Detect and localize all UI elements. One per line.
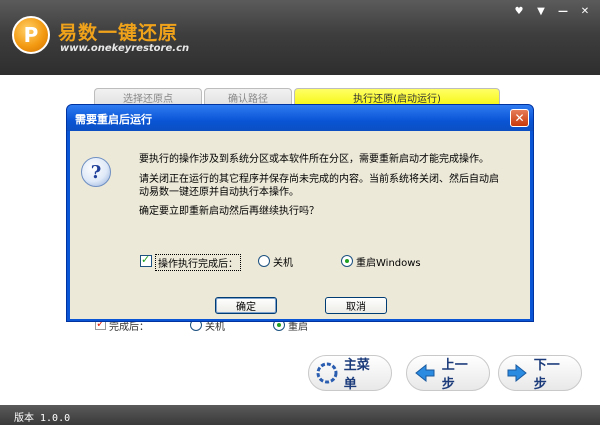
main-menu-label: 主菜单 xyxy=(343,358,370,392)
app-title: 易数一键还原 xyxy=(58,22,179,44)
dialog-body: ? 要执行的操作涉及到系统分区或本软件所在分区，需要重新启动才能完成操作。 请关… xyxy=(70,131,530,319)
menu-dropdown-icon[interactable]: ▼ xyxy=(532,4,550,18)
window-controls: ♥ ▼ — ✕ xyxy=(510,4,594,18)
version-label: 版本 1.0.0 xyxy=(14,413,71,424)
minimize-icon[interactable]: — xyxy=(554,4,572,18)
status-bar: 版本 1.0.0 xyxy=(0,405,600,425)
restart-dialog: 需要重启后运行 ✕ ? 要执行的操作涉及到系统分区或本软件所在分区，需要重新启动… xyxy=(66,104,534,322)
app-window: P 易数一键还原 www.onekeyrestore.cn ♥ ▼ — ✕ 选择… xyxy=(0,0,600,425)
app-url: www.onekeyrestore.cn xyxy=(60,43,190,54)
dialog-message-line3: 确定要立即重新启动然后再继续执行吗？ xyxy=(139,206,319,217)
after-execute-checkbox[interactable] xyxy=(140,253,152,267)
dialog-close-icon[interactable]: ✕ xyxy=(510,109,529,127)
dialog-shutdown-label[interactable]: 关机 xyxy=(273,254,293,269)
dialog-title: 需要重启后运行 xyxy=(75,113,152,126)
app-logo-icon: P xyxy=(12,16,50,54)
dialog-restart-label[interactable]: 重启Windows xyxy=(356,254,421,269)
prev-label: 上一步 xyxy=(441,358,468,392)
dialog-message-line2b: 动易数一键还原并自动执行本操作。 xyxy=(139,187,299,198)
ok-button[interactable]: 确定 xyxy=(215,297,277,314)
arrow-left-icon xyxy=(413,360,438,386)
prev-button[interactable]: 上一步 xyxy=(406,355,490,392)
question-icon: ? xyxy=(81,157,111,187)
refresh-icon xyxy=(315,360,340,386)
dialog-message-line1: 要执行的操作涉及到系统分区或本软件所在分区，需要重新启动才能完成操作。 xyxy=(139,154,489,165)
app-header: P 易数一键还原 www.onekeyrestore.cn ♥ ▼ — ✕ xyxy=(0,0,600,75)
dialog-title-bar[interactable]: 需要重启后运行 ✕ xyxy=(67,105,533,131)
next-label: 下一步 xyxy=(533,358,560,392)
next-button[interactable]: 下一步 xyxy=(498,355,582,392)
dialog-options-row: 操作执行完成后： 关机 重启Windows xyxy=(140,253,520,271)
dialog-shutdown-radio[interactable] xyxy=(258,255,270,267)
dialog-message-line2a: 请关闭正在运行的其它程序并保存尚未完成的内容。当前系统将关闭、然后自动启 xyxy=(139,174,499,185)
main-menu-button[interactable]: 主菜单 xyxy=(308,355,392,392)
after-execute-label[interactable]: 操作执行完成后： xyxy=(155,254,241,271)
favorite-icon[interactable]: ♥ xyxy=(510,4,528,18)
arrow-right-icon xyxy=(505,360,530,386)
dialog-restart-radio[interactable] xyxy=(341,255,353,267)
close-icon[interactable]: ✕ xyxy=(576,4,594,18)
cancel-button[interactable]: 取消 xyxy=(325,297,387,314)
